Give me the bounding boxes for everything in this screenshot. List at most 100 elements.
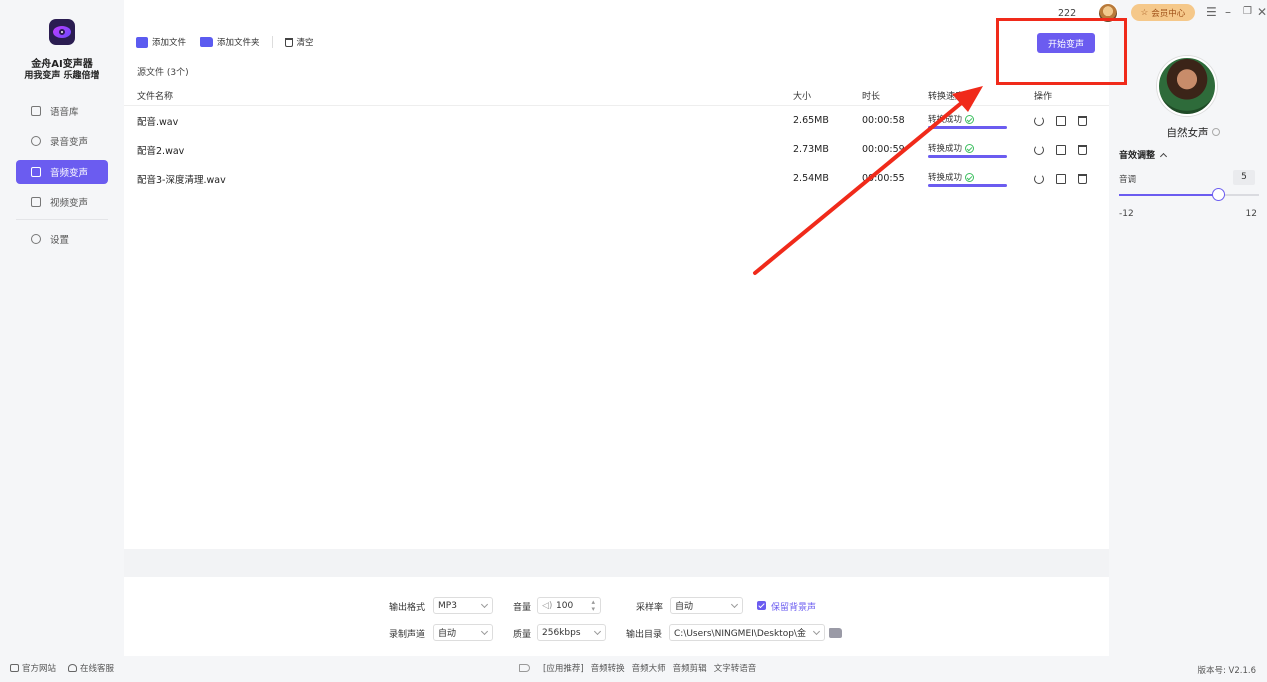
vip-center-button[interactable]: ☆ 会员中心 xyxy=(1131,4,1195,21)
output-format-select[interactable]: MP3 xyxy=(433,597,493,614)
header-name: 文件名称 xyxy=(137,92,174,102)
support-link-label: 在线客服 xyxy=(80,664,115,674)
table-row[interactable]: 配音.wav 2.65MB 00:00:58 转换成功 xyxy=(124,106,1109,135)
table-row[interactable]: 配音3-深度清理.wav 2.54MB 00:00:55 转换成功 xyxy=(124,164,1109,193)
close-icon[interactable]: ✕ xyxy=(1257,6,1267,18)
stepper-arrows-icon[interactable]: ▴ ▾ xyxy=(591,599,595,613)
table-row[interactable]: 配音2.wav 2.73MB 00:00:59 转换成功 xyxy=(124,135,1109,164)
microphone-icon xyxy=(31,136,41,146)
support-link[interactable]: 在线客服 xyxy=(68,662,114,674)
crown-icon: ☆ xyxy=(1140,7,1149,18)
sidebar: 金舟AI变声器 用我变声 乐趣倍增 语音库 录音变声 音频变声 视频变声 设置 xyxy=(0,0,124,656)
file-table: 文件名称 大小 时长 转换速度 操作 配音.wav 2.65MB 00:00:5… xyxy=(124,86,1109,193)
recommend-label: [应用推荐] xyxy=(543,664,584,674)
status-text: 转换成功 xyxy=(928,173,963,183)
speaker-icon: ◁) xyxy=(542,601,553,611)
pitch-slider-fill xyxy=(1119,194,1219,196)
refresh-icon[interactable] xyxy=(1034,173,1044,184)
file-duration: 00:00:55 xyxy=(862,173,905,184)
pitch-slider-thumb[interactable] xyxy=(1212,188,1226,201)
chevron-down-icon xyxy=(480,627,489,636)
voice-panel: 自然女声 音效调整 音调 5 -12 12 xyxy=(1109,26,1267,656)
source-count: 源文件 (3个) xyxy=(137,68,189,78)
menu-icon[interactable]: ☰ xyxy=(1206,6,1217,18)
header-size: 大小 xyxy=(793,92,812,102)
minimize-icon[interactable]: – xyxy=(1225,6,1231,18)
sidebar-item-label: 录音变声 xyxy=(50,137,89,148)
output-settings: 输出格式 MP3 音量 ◁) 100 ▴ ▾ 采样率 自动 保留背景声 录制声道 … xyxy=(124,577,1109,656)
quality-label: 质量 xyxy=(513,630,532,640)
file-name: 配音.wav xyxy=(137,116,179,128)
file-duration: 00:00:58 xyxy=(862,115,905,126)
main-panel: 添加文件 添加文件夹 清空 开始变声 源文件 (3个) 文件名称 大小 时长 转… xyxy=(124,0,1109,549)
recommend-link-tts[interactable]: 文字转语音 xyxy=(714,662,757,674)
volume-label: 音量 xyxy=(513,603,532,613)
file-name: 配音2.wav xyxy=(137,145,185,157)
pitch-label: 音调 xyxy=(1119,175,1137,185)
clear-label: 清空 xyxy=(296,38,314,48)
channel-select[interactable]: 自动 xyxy=(433,624,493,641)
volume-value: 100 xyxy=(556,600,574,611)
status-text: 转换成功 xyxy=(928,144,963,154)
headset-icon xyxy=(68,664,78,672)
chevron-down-icon xyxy=(812,627,821,636)
toolbar: 添加文件 添加文件夹 清空 xyxy=(136,36,328,48)
voice-avatar xyxy=(1157,56,1217,116)
sidebar-divider xyxy=(16,219,108,220)
success-check-icon xyxy=(965,143,975,153)
delete-icon[interactable] xyxy=(1078,115,1087,126)
sidebar-item-label: 视频变声 xyxy=(50,198,89,209)
app-slogan: 用我变声 乐趣倍增 xyxy=(24,71,100,81)
progress-bar xyxy=(928,155,1007,158)
open-folder-icon[interactable] xyxy=(1056,173,1066,184)
restore-icon[interactable]: ❐ xyxy=(1243,6,1252,18)
help-icon[interactable] xyxy=(1211,128,1220,136)
file-size: 2.54MB xyxy=(793,173,829,184)
chevron-up-icon xyxy=(1159,152,1168,161)
add-folder-button[interactable]: 添加文件夹 xyxy=(200,36,260,48)
delete-icon[interactable] xyxy=(1078,144,1087,155)
pitch-slider[interactable] xyxy=(1119,188,1259,201)
pitch-value[interactable]: 5 xyxy=(1233,170,1255,185)
keep-bg-checkbox[interactable] xyxy=(757,601,766,610)
app-recommendations: [应用推荐] 音频转换 音频大师 音频剪辑 文字转语音 xyxy=(519,662,756,674)
progress-bar-fill xyxy=(928,184,1007,187)
sample-rate-select[interactable]: 自动 xyxy=(670,597,743,614)
recommend-link-audio-master[interactable]: 音频大师 xyxy=(632,662,666,674)
refresh-icon[interactable] xyxy=(1034,115,1044,126)
recommend-link-audio-convert[interactable]: 音频转换 xyxy=(591,662,625,674)
sidebar-item-voice-library[interactable]: 语音库 xyxy=(16,99,108,123)
sidebar-item-label: 设置 xyxy=(50,235,70,246)
quality-select[interactable]: 256kbps xyxy=(537,624,606,641)
sidebar-item-settings[interactable]: 设置 xyxy=(16,227,108,251)
browse-folder-icon[interactable] xyxy=(829,628,842,638)
voice-name-text: 自然女声 xyxy=(1166,127,1209,139)
fx-section-toggle[interactable]: 音效调整 xyxy=(1119,148,1168,161)
output-dir-value: C:\Users\NINGMEI\Desktop\金 xyxy=(674,629,806,639)
file-name: 配音3-深度清理.wav xyxy=(137,174,226,186)
open-folder-icon[interactable] xyxy=(1056,144,1066,155)
row-actions xyxy=(1034,135,1099,164)
output-dir-select[interactable]: C:\Users\NINGMEI\Desktop\金 xyxy=(669,624,825,641)
sidebar-item-audio-change[interactable]: 音频变声 xyxy=(16,160,108,184)
keep-bg-label[interactable]: 保留背景声 xyxy=(771,600,816,613)
megaphone-icon xyxy=(519,664,530,672)
sidebar-item-video-change[interactable]: 视频变声 xyxy=(16,190,108,214)
volume-stepper[interactable]: ◁) 100 ▴ ▾ xyxy=(537,597,601,614)
refresh-icon[interactable] xyxy=(1034,144,1044,155)
clear-button[interactable]: 清空 xyxy=(284,36,314,48)
sidebar-item-label: 音频变声 xyxy=(50,168,89,179)
convert-status: 转换成功 xyxy=(928,135,1008,164)
chevron-down-icon xyxy=(480,600,489,609)
add-file-button[interactable]: 添加文件 xyxy=(136,36,186,48)
delete-icon[interactable] xyxy=(1078,173,1087,184)
recommend-link-audio-edit[interactable]: 音频剪辑 xyxy=(673,662,707,674)
website-link-label: 官方网站 xyxy=(22,664,57,674)
progress-bar xyxy=(928,126,1007,129)
row-actions xyxy=(1034,164,1099,193)
website-link[interactable]: 官方网站 xyxy=(10,662,56,674)
open-folder-icon[interactable] xyxy=(1056,115,1066,126)
sidebar-item-record-change[interactable]: 录音变声 xyxy=(16,129,108,153)
status-text: 转换成功 xyxy=(928,115,963,125)
voice-name: 自然女声 xyxy=(1109,125,1267,140)
